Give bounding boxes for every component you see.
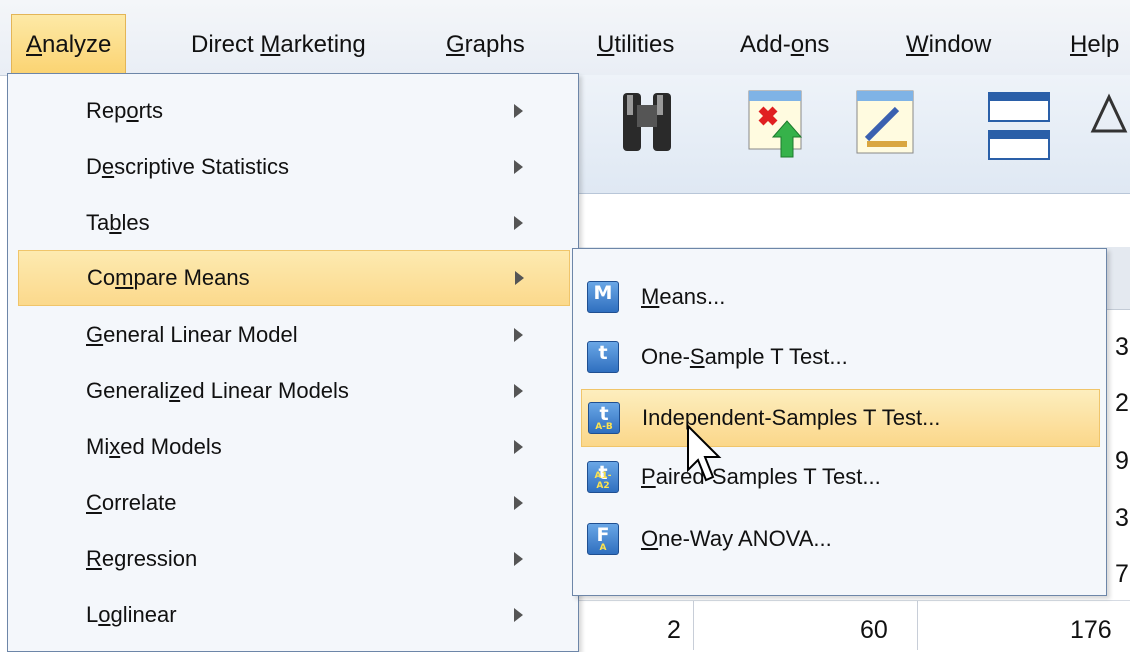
grid-cell: 3 <box>1115 504 1129 532</box>
menu-item-paired-samples-t-test[interactable]: t A1-A2 Paired-Samples T Test... <box>581 449 1098 505</box>
submenu-arrow-icon <box>514 328 523 342</box>
means-icon: M <box>587 281 619 313</box>
insert-cases-icon[interactable] <box>747 87 811 168</box>
menu-item-general-linear-model[interactable]: General Linear Model <box>18 308 568 362</box>
compare-means-submenu: M Means... t One-Sample T Test... t A-B … <box>572 248 1107 596</box>
one-sample-t-icon: t <box>587 341 619 373</box>
menu-item-compare-means[interactable]: Compare Means <box>18 250 570 306</box>
grid-cell: 176 <box>1070 616 1112 644</box>
submenu-arrow-icon <box>514 216 523 230</box>
menu-analyze[interactable]: Analyze <box>11 14 127 76</box>
menu-item-one-way-anova[interactable]: F A One-Way ANOVA... <box>581 511 1098 567</box>
grid-cell: 9 <box>1115 447 1129 475</box>
submenu-arrow-icon <box>514 552 523 566</box>
menu-add-ons[interactable]: Add-ons <box>740 18 829 72</box>
mouse-cursor-icon <box>686 423 726 489</box>
menu-graphs[interactable]: Graphs <box>446 18 525 72</box>
submenu-arrow-icon <box>514 104 523 118</box>
menu-item-independent-samples-t-test[interactable]: t A-B Independent-Samples T Test... <box>581 389 1100 447</box>
submenu-arrow-icon <box>514 496 523 510</box>
menu-window[interactable]: Window <box>906 18 991 72</box>
split-table-icon[interactable] <box>987 87 1053 168</box>
menu-item-descriptive-statistics[interactable]: Descriptive Statistics <box>18 140 568 194</box>
independent-t-icon: t A-B <box>588 402 620 434</box>
menu-utilities[interactable]: Utilities <box>597 18 674 72</box>
menu-help[interactable]: Help <box>1070 18 1119 72</box>
grid-cell: 3 <box>1115 333 1129 361</box>
grid-cell: 2 <box>667 616 681 644</box>
submenu-arrow-icon <box>514 440 523 454</box>
menu-item-generalized-linear-models[interactable]: Generalized Linear Models <box>18 364 568 418</box>
edit-data-icon[interactable] <box>853 87 917 162</box>
menu-item-tables[interactable]: Tables <box>18 196 568 250</box>
grid-cell: 2 <box>1115 389 1129 417</box>
submenu-arrow-icon <box>514 384 523 398</box>
menu-item-mixed-models[interactable]: Mixed Models <box>18 420 568 474</box>
menu-item-reports[interactable]: Reports <box>18 84 568 138</box>
toolbar <box>577 75 1130 194</box>
submenu-arrow-icon <box>515 271 524 285</box>
anova-icon: F A <box>587 523 619 555</box>
paired-t-icon: t A1-A2 <box>587 461 619 493</box>
menu-item-regression[interactable]: Regression <box>18 532 568 586</box>
weight-scale-icon[interactable] <box>1089 87 1130 152</box>
grid-cell: 60 <box>860 616 888 644</box>
submenu-arrow-icon <box>514 160 523 174</box>
menu-item-one-sample-t-test[interactable]: t One-Sample T Test... <box>581 329 1098 385</box>
menu-item-loglinear[interactable]: Loglinear <box>18 588 568 642</box>
menu-item-correlate[interactable]: Correlate <box>18 476 568 530</box>
submenu-arrow-icon <box>514 608 523 622</box>
binoculars-icon[interactable] <box>619 87 675 160</box>
menu-direct-marketing[interactable]: Direct Marketing <box>191 18 366 72</box>
menu-item-means[interactable]: M Means... <box>581 269 1098 325</box>
menubar: Analyze Direct Marketing Graphs Utilitie… <box>0 0 1130 76</box>
analyze-menu: Reports Descriptive Statistics Tables Co… <box>7 73 579 652</box>
grid-cell: 7 <box>1115 560 1129 588</box>
